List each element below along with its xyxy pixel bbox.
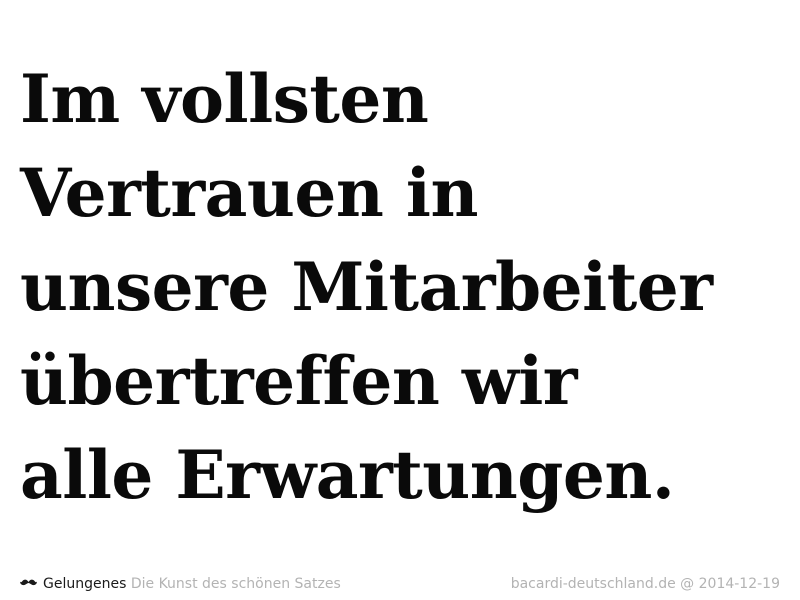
quote-line: unsere Mitarbeiter: [20, 248, 713, 326]
site-tagline: Die Kunst des schönen Satzes: [130, 576, 341, 592]
source-link[interactable]: bacardi-deutschland.de: [511, 576, 676, 592]
mustache-icon: [20, 579, 37, 586]
footer-source: bacardi-deutschland.de @ 2014-12-19: [511, 574, 780, 594]
quote-line: übertreffen wir: [20, 342, 578, 420]
quote-line: Vertrauen in: [20, 154, 478, 232]
quote-text: Im vollsten Vertrauen in unsere Mitarbei…: [20, 52, 790, 522]
quote-line: alle Erwartungen.: [20, 436, 675, 514]
footer: Gelungenes Die Kunst des schönen Satzes …: [20, 574, 780, 594]
footer-branding[interactable]: Gelungenes Die Kunst des schönen Satzes: [20, 574, 341, 594]
site-name: Gelungenes: [43, 576, 127, 592]
quote-line: Im vollsten: [20, 60, 429, 138]
post-date: 2014-12-19: [698, 576, 780, 592]
at-separator: @: [680, 576, 695, 592]
